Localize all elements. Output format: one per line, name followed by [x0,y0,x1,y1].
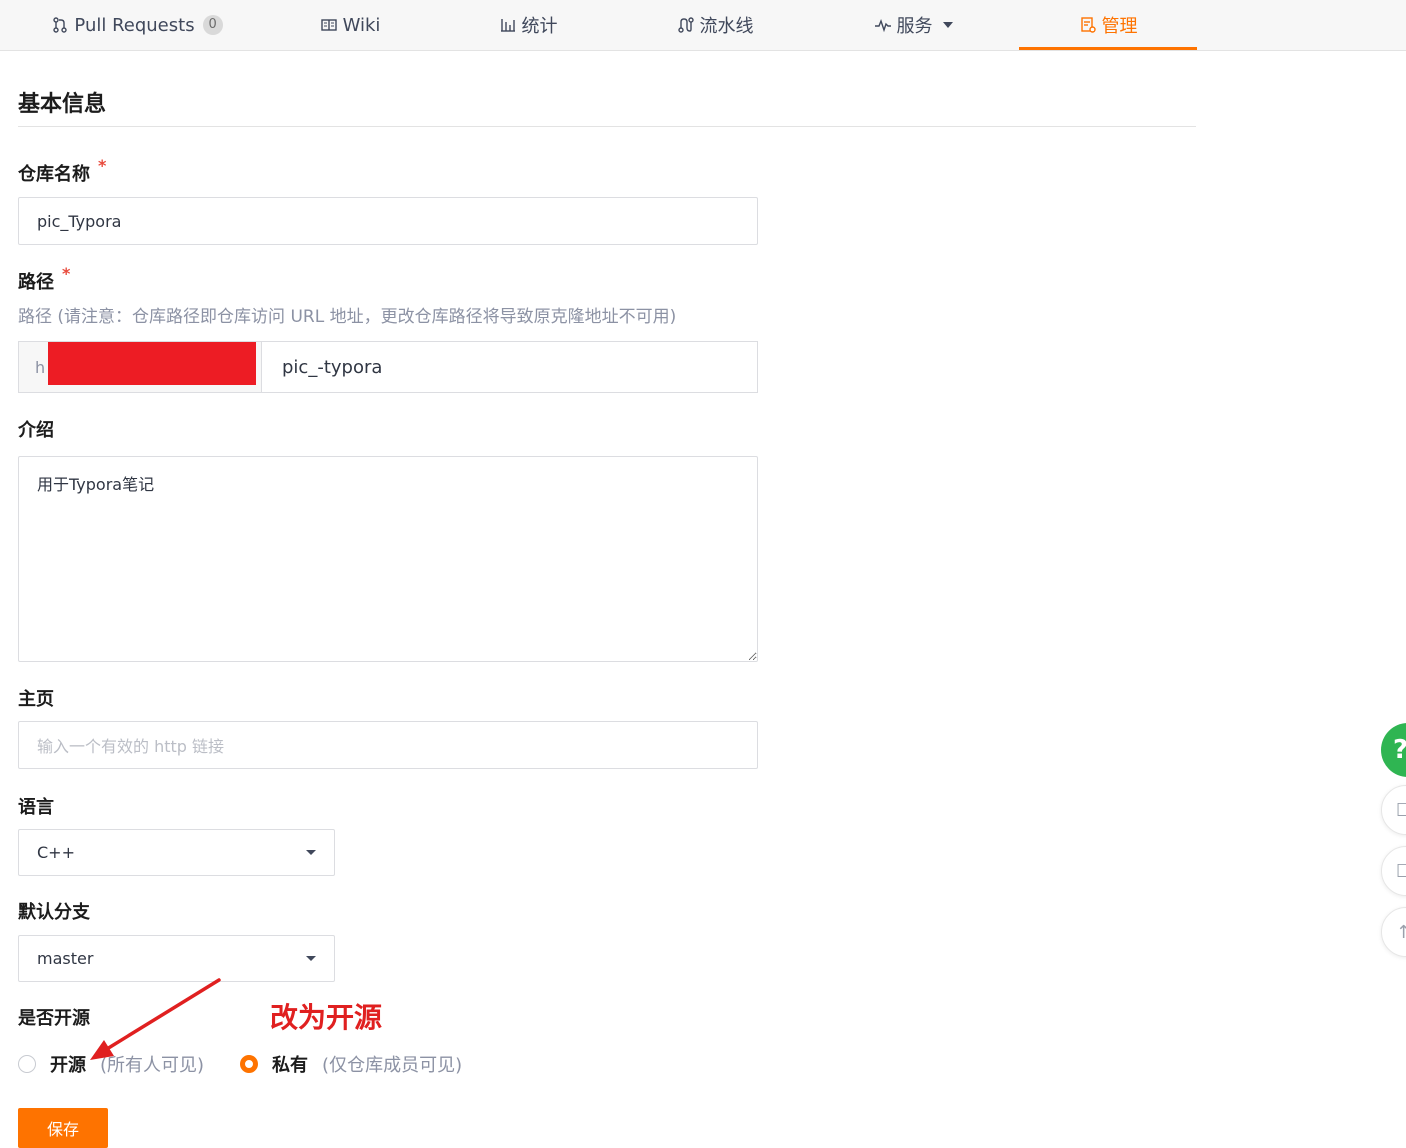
tab-pull-requests[interactable]: Pull Requests 0 [48,0,226,50]
path-prefix-url: h [18,341,262,393]
pipeline-icon [677,16,695,34]
radio-private[interactable] [240,1055,259,1073]
path-label-text: 路径 [18,272,54,293]
intro-textarea[interactable] [18,456,758,662]
visibility-radio-group: 开源 (所有人可见) 私有 (仅仓库成员可见) [18,1050,462,1078]
path-field-group: h pic_-typora [18,341,758,393]
language-label: 语言 [18,797,54,818]
required-mark: * [62,264,71,283]
homepage-input[interactable]: 输入一个有效的 http 链接 [18,721,758,769]
section-title: 基本信息 [18,92,107,117]
radio-open-source[interactable] [18,1055,36,1073]
tab-statistics[interactable]: 统计 [439,0,617,50]
language-select[interactable]: C++ [18,829,335,876]
open-source-label: 是否开源 [18,1008,90,1029]
section-divider [18,126,1196,127]
tab-label: Pull Requests [74,14,195,36]
pull-request-count-badge: 0 [202,15,223,35]
path-hint: 路径 (请注意：仓库路径即仓库访问 URL 地址，更改仓库路径将导致原克隆地址不… [18,307,677,327]
chevron-down-icon [942,22,953,28]
path-prefix-text: h [35,357,46,377]
tab-label: 统计 [521,16,558,37]
save-button[interactable]: 保存 [18,1108,108,1148]
tab-wiki[interactable]: Wiki [261,0,439,50]
tab-pipeline[interactable]: 流水线 [626,0,804,50]
tab-label: 管理 [1101,16,1138,37]
intro-label: 介绍 [18,420,54,441]
dropdown-arrow-icon [306,850,316,855]
tab-manage[interactable]: 管理 [1019,0,1197,50]
radio-open-source-label[interactable]: 开源 [50,1051,86,1077]
repo-nav-bar: Pull Requests 0 Wiki 统计 流水线 服务 管理 [0,0,1406,51]
repo-name-input[interactable]: pic_Typora [18,197,758,245]
chat-icon[interactable]: ☐ [1381,846,1406,896]
dropdown-arrow-icon [306,956,316,961]
annotation-text: 改为开源 [270,1001,383,1034]
repo-name-label-text: 仓库名称 [18,164,90,185]
wiki-book-icon [320,16,338,34]
bar-chart-icon [499,16,517,34]
tab-services[interactable]: 服务 [824,0,1002,50]
radio-private-desc: (仅仓库成员可见) [322,1055,463,1076]
manage-icon [1079,16,1097,34]
pull-request-icon [51,16,69,34]
radio-private-label[interactable]: 私有 [272,1051,308,1077]
required-mark: * [98,156,107,175]
path-input[interactable]: pic_-typora [262,341,758,393]
homepage-label: 主页 [18,689,54,710]
pulse-icon [874,16,892,34]
path-label: 路径 * [18,264,70,294]
back-to-top-icon[interactable]: ↑ [1381,907,1406,957]
radio-open-source-desc: (所有人可见) [100,1055,205,1076]
tab-label: 流水线 [699,16,754,37]
repo-name-label: 仓库名称 * [18,156,106,186]
default-branch-select[interactable]: master [18,935,335,982]
help-button[interactable]: ? [1381,723,1406,777]
language-selected-value: C++ [37,843,75,862]
redaction-box [48,342,256,385]
tab-label: Wiki [342,14,381,36]
branch-selected-value: master [37,949,94,968]
feedback-icon[interactable]: ☐ [1381,785,1406,835]
tab-label: 服务 [896,16,933,37]
default-branch-label: 默认分支 [18,902,90,923]
